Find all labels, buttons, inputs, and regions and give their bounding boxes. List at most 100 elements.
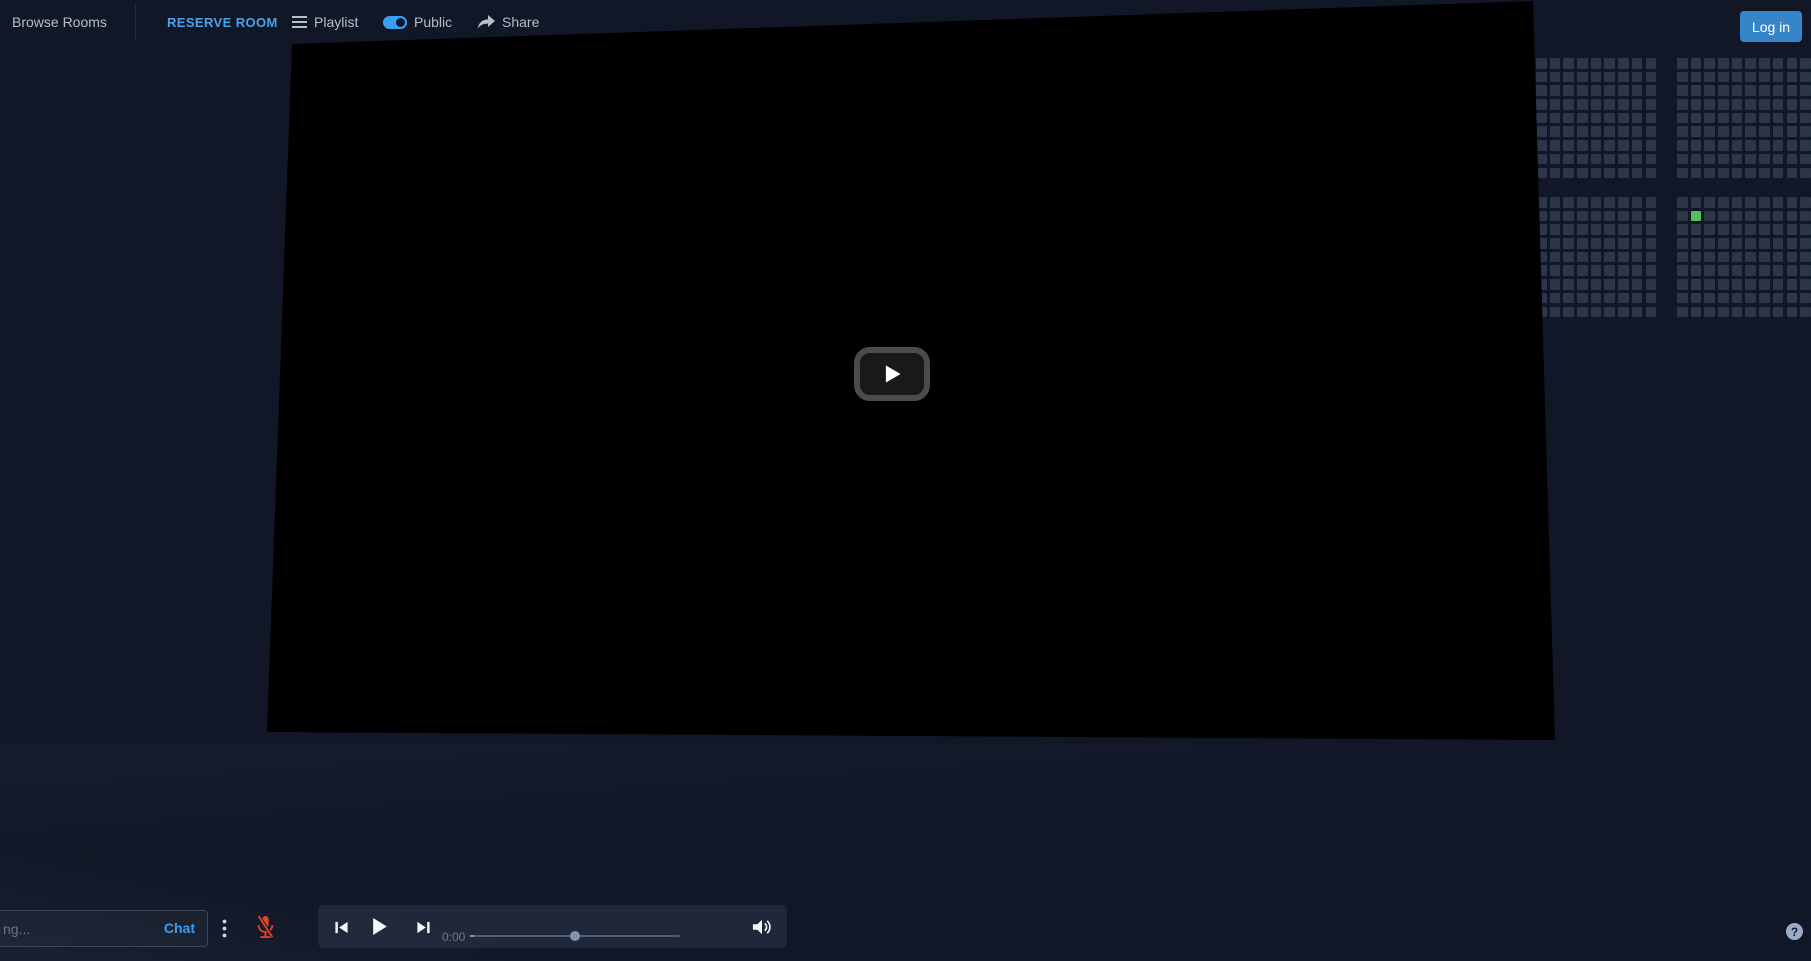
tile (1618, 238, 1629, 249)
tile (1691, 140, 1702, 151)
tile (1604, 72, 1615, 83)
tile (1718, 265, 1729, 276)
volume-button[interactable] (750, 916, 774, 937)
tile (1732, 238, 1743, 249)
tile (1563, 224, 1574, 235)
seek-bar[interactable] (470, 935, 680, 937)
tile (1773, 154, 1784, 165)
tile (1745, 72, 1756, 83)
tile (1745, 85, 1756, 96)
tile (1550, 197, 1561, 208)
tile (1718, 293, 1729, 304)
chat-send-button[interactable]: Chat (164, 920, 195, 936)
tile-grid-top-left (1536, 58, 1656, 178)
tile (1677, 113, 1688, 124)
browse-rooms-link[interactable]: Browse Rooms (12, 0, 107, 44)
playlist-button[interactable]: Playlist (292, 0, 358, 44)
tile (1732, 279, 1743, 290)
tile (1632, 211, 1643, 222)
hamburger-icon (292, 16, 307, 28)
tile (1632, 99, 1643, 110)
mic-off-icon (254, 913, 276, 941)
tile (1704, 113, 1715, 124)
seek-played-tick (470, 935, 474, 937)
tile (1536, 126, 1547, 137)
tile (1646, 307, 1657, 318)
progress-handle[interactable] (570, 931, 580, 941)
tile (1800, 126, 1811, 137)
tile (1604, 58, 1615, 69)
tile (1732, 265, 1743, 276)
play-button[interactable] (366, 915, 392, 937)
tile (1732, 224, 1743, 235)
help-button[interactable]: ? (1786, 923, 1803, 940)
tile (1577, 168, 1588, 179)
tile (1604, 168, 1615, 179)
tile (1632, 279, 1643, 290)
video-play-button[interactable] (854, 347, 930, 401)
tile (1800, 197, 1811, 208)
tile (1618, 252, 1629, 263)
tile (1732, 85, 1743, 96)
previous-button[interactable] (330, 918, 352, 936)
tile (1550, 238, 1561, 249)
browse-rooms-label: Browse Rooms (12, 14, 107, 30)
tile (1604, 99, 1615, 110)
reserve-room-link[interactable]: RESERVE ROOM (167, 0, 278, 44)
tile (1718, 99, 1729, 110)
tile (1604, 307, 1615, 318)
tile (1604, 140, 1615, 151)
tile (1732, 211, 1743, 222)
tile (1732, 99, 1743, 110)
tile (1632, 252, 1643, 263)
tile (1618, 72, 1629, 83)
tile (1632, 154, 1643, 165)
tile (1718, 58, 1729, 69)
toggle-knob (396, 18, 405, 27)
tile (1691, 211, 1702, 222)
tile (1646, 224, 1657, 235)
tile (1604, 224, 1615, 235)
microphone-muted-button[interactable] (254, 913, 276, 941)
tile (1591, 113, 1602, 124)
tile (1646, 197, 1657, 208)
tile (1563, 211, 1574, 222)
tile (1563, 113, 1574, 124)
tile (1745, 211, 1756, 222)
tile (1773, 99, 1784, 110)
chat-input[interactable]: ng... Chat (0, 910, 208, 947)
tile (1787, 85, 1798, 96)
tile (1550, 154, 1561, 165)
tile (1773, 293, 1784, 304)
tile-grid-bottom-right (1677, 197, 1811, 317)
tile (1787, 265, 1798, 276)
tile (1800, 168, 1811, 179)
tile (1618, 99, 1629, 110)
tile (1563, 168, 1574, 179)
chat-options-menu-button[interactable] (217, 915, 231, 941)
tile (1773, 58, 1784, 69)
login-button[interactable]: Log in (1740, 11, 1802, 42)
tile (1759, 85, 1770, 96)
tile (1704, 154, 1715, 165)
tile (1577, 72, 1588, 83)
tile (1591, 307, 1602, 318)
play-icon (370, 917, 389, 936)
tile (1732, 168, 1743, 179)
tile (1691, 252, 1702, 263)
tile (1591, 197, 1602, 208)
tile (1677, 154, 1688, 165)
tile (1677, 126, 1688, 137)
tile (1563, 85, 1574, 96)
tile (1632, 307, 1643, 318)
share-button[interactable]: Share (477, 0, 539, 44)
tile (1677, 224, 1688, 235)
public-toggle[interactable] (383, 16, 407, 29)
tile (1787, 211, 1798, 222)
skip-previous-icon (334, 920, 349, 935)
tile (1646, 238, 1657, 249)
next-button[interactable] (412, 918, 434, 936)
tile (1691, 307, 1702, 318)
tile (1536, 72, 1547, 83)
tile (1646, 140, 1657, 151)
